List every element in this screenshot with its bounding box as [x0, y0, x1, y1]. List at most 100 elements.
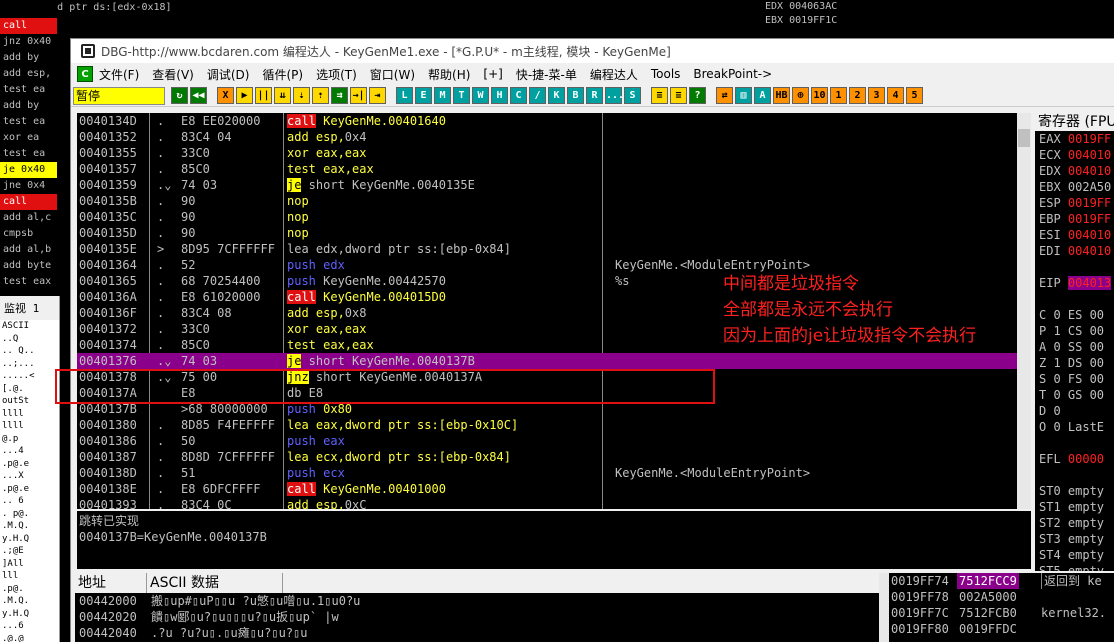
disasm-row[interactable]: 0040138D. 51 push ecx KeyGenMe.<ModuleEntry…	[77, 465, 1023, 481]
memory-dump-pane[interactable]: 地址 ASCII 数据 00442000 搬▯up#▯uP▯▯u ?u慜▯u噌▯u…	[75, 573, 881, 642]
toolbar-button-11[interactable]: L	[396, 87, 413, 104]
toolbar-button-23[interactable]: S	[624, 87, 641, 104]
toolbar-button-35[interactable]: 3	[868, 87, 885, 104]
register-row[interactable]: A 0 SS 00	[1035, 339, 1114, 355]
disasm-row[interactable]: 00401359 .⌄ 74 03 je short KeyGenMe.0040135…	[77, 177, 1023, 193]
dump-col-address[interactable]: 地址	[75, 573, 147, 593]
toolbar-button-29[interactable]: A	[754, 87, 771, 104]
toolbar-button-28[interactable]: ▥	[735, 87, 752, 104]
register-row[interactable]: Z 1 DS 00	[1035, 355, 1114, 371]
disasm-row[interactable]: 00401355. 33C0 xor eax,eax	[77, 145, 1023, 161]
toolbar-button-32[interactable]: 10	[811, 87, 828, 104]
toolbar-button-24[interactable]: ≡	[651, 87, 668, 104]
menu-item-9[interactable]: 编程达人	[590, 66, 638, 83]
toolbar-button-36[interactable]: 4	[887, 87, 904, 104]
register-row[interactable]	[1035, 435, 1114, 451]
menu-item-10[interactable]: Tools	[651, 67, 681, 81]
register-row[interactable]: T 0 GS 00	[1035, 387, 1114, 403]
toolbar-button-16[interactable]: H	[491, 87, 508, 104]
stack-pane[interactable]: 0019FF74 7512FCC9 返回到 ke 0019FF78 002A5000 00…	[889, 573, 1114, 642]
register-row[interactable]: ST3 empty	[1035, 531, 1114, 547]
disasm-row[interactable]: 00401352. 83C4 04 add esp,0x4	[77, 129, 1023, 145]
register-row[interactable]: ST5 empty	[1035, 563, 1114, 571]
toolbar-button-15[interactable]: W	[472, 87, 489, 104]
register-row[interactable]: ST2 empty	[1035, 515, 1114, 531]
toolbar-button-3[interactable]: ▶	[236, 87, 253, 104]
toolbar-button-31[interactable]: ⊕	[792, 87, 809, 104]
stack-row[interactable]: 0019FF74 7512FCC9 返回到 ke	[889, 573, 1114, 589]
register-row[interactable]: ECX 004010	[1035, 147, 1114, 163]
toolbar-button-5[interactable]: ⇊	[274, 87, 291, 104]
register-row[interactable]: EDI 004010	[1035, 243, 1114, 259]
register-row[interactable]: ESP 0019FF	[1035, 195, 1114, 211]
register-row[interactable]: P 1 CS 00	[1035, 323, 1114, 339]
menu-item-7[interactable]: [+]	[483, 67, 502, 81]
menu-item-6[interactable]: 帮助(H)	[428, 66, 470, 83]
dump-scrollbar[interactable]	[879, 573, 889, 642]
toolbar-button-20[interactable]: B	[567, 87, 584, 104]
disasm-row[interactable]: 0040135B. 90 nop	[77, 193, 1023, 209]
stack-row[interactable]: 0019FF80 0019FFDC	[889, 621, 1114, 637]
toolbar-button-25[interactable]: ≡	[670, 87, 687, 104]
disasm-row[interactable]: 0040134D. E8 EE020000 call KeyGenMe.004016…	[77, 113, 1023, 129]
register-row[interactable]	[1035, 259, 1114, 275]
disassembly-scrollbar[interactable]	[1017, 113, 1031, 509]
dump-row[interactable]: 00442000 搬▯up#▯uP▯▯u ?u慜▯u噌▯u.1▯u0?u	[75, 593, 881, 609]
disasm-row[interactable]: 0040135E >8D95 7CFFFFFF lea edx,dword ptr …	[77, 241, 1023, 257]
toolbar-button-13[interactable]: M	[434, 87, 451, 104]
toolbar-button-1[interactable]: ◀◀	[190, 87, 207, 104]
register-row[interactable]: O 0 LastE	[1035, 419, 1114, 435]
menu-item-5[interactable]: 窗口(W)	[370, 66, 415, 83]
register-row[interactable]: EBP 0019FF	[1035, 211, 1114, 227]
register-row[interactable]: ESI 004010	[1035, 227, 1114, 243]
register-row[interactable]: C 0 ES 00	[1035, 307, 1114, 323]
toolbar-button-2[interactable]: X	[217, 87, 234, 104]
toolbar-button-22[interactable]: ...	[605, 87, 624, 104]
toolbar-button-34[interactable]: 2	[849, 87, 866, 104]
menu-item-4[interactable]: 选项(T)	[316, 66, 357, 83]
toolbar-button-4[interactable]: ||	[255, 87, 272, 104]
app-c-icon[interactable]: C	[77, 66, 93, 82]
toolbar-button-17[interactable]: C	[510, 87, 527, 104]
register-row[interactable]: EIP 004013	[1035, 275, 1114, 291]
register-row[interactable]: ST0 empty	[1035, 483, 1114, 499]
dump-row[interactable]: 00442040 .?u ?u?u▯.▯u瘫▯u?▯u?▯u	[75, 625, 881, 641]
menu-item-11[interactable]: BreakPoint->	[693, 67, 772, 81]
toolbar-button-26[interactable]: ?	[689, 87, 706, 104]
register-row[interactable]: EAX 0019FF	[1035, 131, 1114, 147]
toolbar-button-8[interactable]: ⇉	[331, 87, 348, 104]
toolbar-button-7[interactable]: ⇡	[312, 87, 329, 104]
disasm-row[interactable]: 0040135C. 90 nop	[77, 209, 1023, 225]
toolbar-button-18[interactable]: /	[529, 87, 546, 104]
disasm-row[interactable]: 00401387. 8D8D 7CFFFFFF lea ecx,dword ptr …	[77, 449, 1023, 465]
register-row[interactable]: ST1 empty	[1035, 499, 1114, 515]
toolbar-button-30[interactable]: HB	[773, 87, 790, 104]
register-row[interactable]: D 0	[1035, 403, 1114, 419]
menu-item-1[interactable]: 查看(V)	[152, 66, 194, 83]
menu-item-8[interactable]: 快-捷-菜-单	[516, 66, 577, 83]
toolbar-button-9[interactable]: →|	[350, 87, 367, 104]
disasm-row[interactable]: 0040138E. E8 6DFCFFFF call KeyGenMe.004010…	[77, 481, 1023, 497]
toolbar-button-21[interactable]: R	[586, 87, 603, 104]
menu-item-2[interactable]: 调试(D)	[207, 66, 250, 83]
dump-row[interactable]: 00442020 饋▯w郾▯u?▯u▯▯▯u?▯u扳▯up` |w	[75, 609, 881, 625]
toolbar-button-37[interactable]: 5	[906, 87, 923, 104]
toolbar-button-14[interactable]: T	[453, 87, 470, 104]
dump-col-ascii[interactable]: ASCII 数据	[147, 573, 283, 593]
toolbar-button-27[interactable]: ⇄	[716, 87, 733, 104]
menu-item-3[interactable]: 循件(P)	[262, 66, 303, 83]
disasm-row[interactable]: 00401376 .⌄ 74 03 je short KeyGenMe.0040137…	[77, 353, 1023, 369]
register-row[interactable]	[1035, 467, 1114, 483]
disasm-row[interactable]: 00401386. 50 push eax	[77, 433, 1023, 449]
toolbar-button-6[interactable]: ⇣	[293, 87, 310, 104]
toolbar-button-10[interactable]: ⇥	[369, 87, 386, 104]
register-row[interactable]: EBX 002A50	[1035, 179, 1114, 195]
scroll-thumb[interactable]	[1018, 129, 1030, 147]
register-row[interactable]: EDX 004010	[1035, 163, 1114, 179]
register-row[interactable]: ST4 empty	[1035, 547, 1114, 563]
toolbar-button-33[interactable]: 1	[830, 87, 847, 104]
registers-pane[interactable]: 寄存器 (FPU) EAX 0019FF ECX 004010 EDX 004010…	[1035, 113, 1114, 571]
toolbar-button-0[interactable]: ↻	[171, 87, 188, 104]
disasm-row[interactable]: 00401357. 85C0 test eax,eax	[77, 161, 1023, 177]
toolbar-button-12[interactable]: E	[415, 87, 432, 104]
